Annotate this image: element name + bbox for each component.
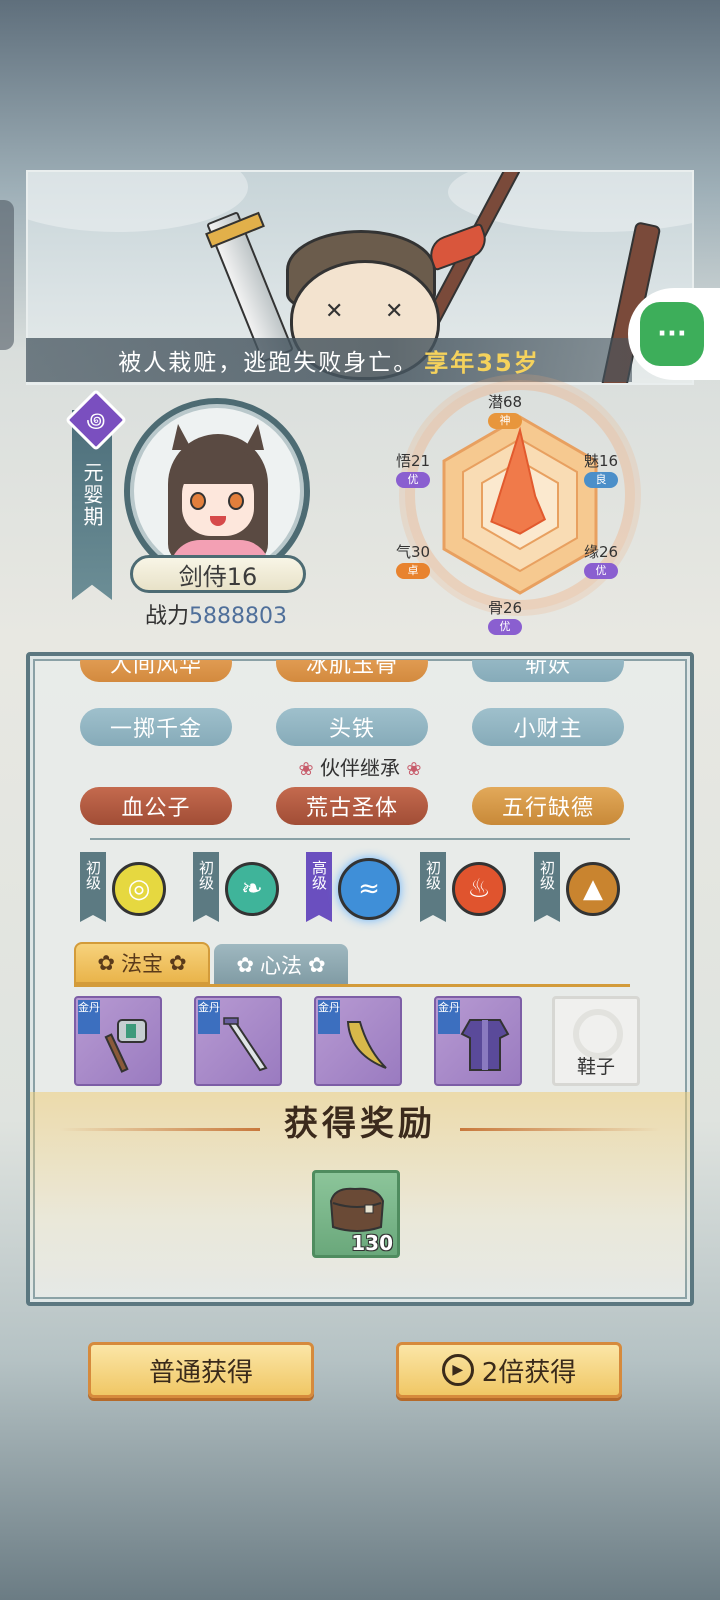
tab-underline (74, 984, 630, 987)
character-name: 剑侍16 (178, 562, 258, 591)
stat-label: 悟21 (395, 452, 431, 470)
quality-tag: 金丹 (318, 1000, 340, 1034)
stat-label: 缘26 (583, 543, 619, 561)
portrait-eye (190, 492, 206, 510)
element-level-label: 初级 (538, 860, 556, 890)
flower-icon: ✿ (236, 953, 254, 977)
lifespan-text: 享年35岁 (424, 348, 540, 377)
stat-grade-badge: 优 (584, 563, 618, 579)
dagger-icon (223, 1017, 268, 1072)
reward-item[interactable]: 130 (312, 1170, 400, 1258)
trait-pill[interactable]: 冰肌玉骨 (276, 660, 428, 682)
trait-pill[interactable]: 斩妖 (472, 660, 624, 682)
trait-pill[interactable]: 人间风华 (80, 660, 232, 682)
normal-claim-button[interactable]: 普通获得 (88, 1342, 314, 1398)
flower-icon: ❀ (298, 759, 314, 780)
element-level-tag: 初级 (420, 852, 446, 922)
element-level-label: 初级 (197, 860, 215, 890)
stat-qi: 气30 卓 (388, 541, 438, 579)
stat-bone: 骨26 优 (480, 597, 530, 635)
tab-treasure-label: 法宝 (121, 952, 163, 976)
element-level-label: 高级 (310, 860, 328, 890)
trait-pill[interactable]: 一掷千金 (80, 708, 232, 746)
curved-blade-icon (346, 1021, 387, 1069)
stat-fate: 缘26 优 (576, 541, 626, 579)
equipment-slot-weapon[interactable]: 金丹 (74, 996, 162, 1086)
reward-divider-left (60, 1128, 260, 1131)
more-menu-button[interactable]: ··· (628, 288, 720, 380)
flower-icon: ❀ (406, 759, 422, 780)
fire-flame-icon[interactable]: ♨ (452, 862, 506, 916)
quality-tag: 金丹 (78, 1000, 100, 1034)
double-claim-label: 2倍获得 (481, 1357, 577, 1388)
metal-swirl-icon[interactable]: ◎ (112, 862, 166, 916)
character-name-plate: 剑侍16 (130, 555, 306, 593)
partner-inherit-title: ❀ 伙伴继承 ❀ (260, 752, 460, 781)
stat-potential: 潜68 神 (480, 391, 530, 429)
equipment-slot-dagger[interactable]: 金丹 (194, 996, 282, 1086)
equipment-slot-robe[interactable]: 金丹 (434, 996, 522, 1086)
tab-method-label: 心法 (260, 954, 302, 978)
trait-pill[interactable]: 小财主 (472, 708, 624, 746)
stat-charm: 魅16 良 (576, 450, 626, 488)
element-level-tag: 初级 (80, 852, 106, 922)
element-level-tag: 高级 (306, 852, 332, 922)
reward-divider-right (460, 1128, 660, 1131)
stat-wisdom: 悟21 优 (388, 450, 438, 488)
wood-leaf-icon[interactable]: ❧ (225, 862, 279, 916)
stat-label: 潜68 (487, 393, 523, 411)
partner-trait-pill[interactable]: 荒古圣体 (276, 787, 428, 825)
quality-tag: 金丹 (198, 1000, 220, 1034)
stat-grade-badge: 卓 (396, 563, 430, 579)
empty-slot-label: 鞋子 (576, 1056, 615, 1078)
partner-trait-pill[interactable]: 五行缺德 (472, 787, 624, 825)
flower-icon: ✿ (169, 951, 187, 975)
tab-treasure[interactable]: ✿ 法宝 ✿ (74, 942, 210, 984)
play-video-icon: ▶ (441, 1354, 474, 1386)
more-dots-icon: ··· (640, 302, 704, 366)
flower-icon: ✿ (308, 953, 326, 977)
earth-mountain-icon[interactable]: ▲ (566, 862, 620, 916)
trait-pill[interactable]: 头铁 (276, 708, 428, 746)
normal-claim-label: 普通获得 (148, 1357, 253, 1388)
element-level-label: 初级 (84, 860, 102, 890)
side-drawer-handle[interactable] (0, 200, 14, 350)
element-level-label: 初级 (424, 860, 442, 890)
stat-label: 魅16 (583, 452, 619, 470)
robe-icon (460, 1019, 510, 1071)
flower-icon: ✿ (97, 951, 115, 975)
double-claim-button[interactable]: ▶ 2倍获得 (396, 1342, 622, 1398)
reward-count: 130 (351, 1231, 393, 1255)
combat-power: 战力5888803 (145, 598, 287, 630)
element-level-tag: 初级 (534, 852, 560, 922)
equipment-slot-shoes[interactable]: 鞋子 (552, 996, 640, 1086)
trait-row-partial: 人间风华 冰肌玉骨 斩妖 (60, 660, 660, 692)
stat-grade-badge: 优 (396, 472, 430, 488)
death-reason: 被人栽赃，逃跑失败身亡。 (118, 350, 419, 376)
x-eye-icon: ✕ (325, 299, 344, 324)
water-wave-icon[interactable]: ≈ (338, 858, 400, 920)
section-divider (90, 838, 630, 840)
quality-tag: 金丹 (438, 1000, 460, 1034)
stat-grade-badge: 神 (488, 413, 522, 429)
element-level-tag: 初级 (193, 852, 219, 922)
death-message: 被人栽赃，逃跑失败身亡。 享年35岁 (26, 338, 632, 382)
equipment-slot-blade[interactable]: 金丹 (314, 996, 402, 1086)
swirl-icon: ꩜ (86, 408, 106, 432)
partner-trait-pill[interactable]: 血公子 (80, 787, 232, 825)
stat-grade-badge: 良 (584, 472, 618, 488)
realm-label: 元婴期 (80, 462, 104, 528)
leather-pouch-icon (329, 1187, 385, 1232)
stat-label: 气30 (395, 543, 431, 561)
tab-method[interactable]: ✿ 心法 ✿ (214, 944, 348, 986)
power-label: 战力 (145, 604, 190, 629)
x-eye-icon: ✕ (385, 299, 404, 324)
partner-title-label: 伙伴继承 (320, 756, 400, 780)
reward-title: 获得奖励 (284, 1104, 436, 1144)
hammer-icon (104, 1019, 147, 1073)
stat-label: 骨26 (487, 599, 523, 617)
power-value: 5888803 (189, 604, 287, 629)
portrait-eye (228, 492, 244, 510)
stat-grade-badge: 优 (488, 619, 522, 635)
